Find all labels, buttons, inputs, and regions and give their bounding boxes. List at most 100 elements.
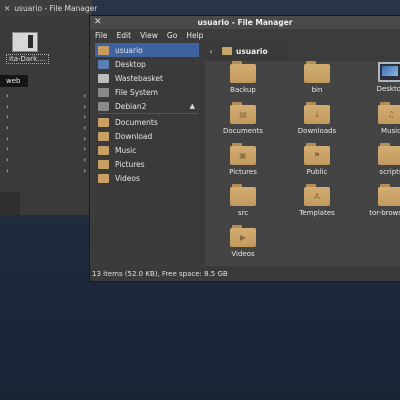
background-window: ✕ usuario - File Manager ita-Dark.... we… [0, 0, 97, 215]
menu-help[interactable]: Help [186, 31, 203, 40]
breadcrumb-label: usuario [236, 46, 268, 56]
sidebar-item-music[interactable]: Music [95, 143, 199, 157]
sidebar-item-label: usuario [115, 45, 143, 55]
file-view: Backup bin Desktop ▤ Documents ↓ Downloads ♫ Mus… [205, 61, 400, 266]
file-item-music[interactable]: ♫ Music [358, 102, 400, 135]
sidebar-item-label: File System [115, 87, 158, 97]
chevron-right-icon: › [83, 113, 86, 122]
expander-row[interactable]: › › [6, 167, 86, 178]
file-item-public[interactable]: ⚑ Public [284, 143, 350, 176]
expander-row[interactable]: › › [6, 103, 86, 114]
background-window-titlebar[interactable]: ✕ usuario - File Manager [0, 0, 97, 16]
folder-icon: ⚑ [304, 143, 330, 165]
file-item-label: Backup [230, 86, 256, 94]
expander-list: › › › › › › › › › › › › › › › › [6, 92, 86, 178]
chevron-right-icon: › [6, 134, 9, 143]
sidebar-item-label: Debian2 [115, 101, 147, 111]
file-item-label: Pictures [229, 168, 257, 176]
chevron-left-icon[interactable]: ‹ [205, 45, 217, 57]
file-item-src[interactable]: src [210, 184, 276, 217]
folder-icon: ↓ [304, 102, 330, 124]
file-item-pictures[interactable]: ▣ Pictures [210, 143, 276, 176]
menu-go[interactable]: Go [167, 31, 177, 40]
file-item-label: Music [381, 127, 400, 135]
file-item-documents[interactable]: ▤ Documents [210, 102, 276, 135]
folder-icon [98, 145, 109, 155]
sidebar-item-label: Download [115, 131, 153, 141]
sidebar-item-file-system[interactable]: File System [95, 85, 199, 99]
menu-edit[interactable]: Edit [117, 31, 132, 40]
folder-icon [378, 143, 400, 165]
file-item-videos[interactable]: ▶ Videos [210, 225, 276, 258]
home-folder-icon [222, 47, 232, 55]
folder-icon [230, 61, 256, 83]
expander-row[interactable]: › › [6, 156, 86, 167]
chevron-right-icon: › [83, 102, 86, 111]
sidebar-item-debian2[interactable]: Debian2 ▲ [95, 99, 199, 113]
close-icon[interactable]: ✕ [4, 4, 10, 13]
file-item-label: Templates [299, 209, 335, 217]
path-bar: ‹ usuario [205, 43, 400, 59]
file-item-bin[interactable]: bin [284, 61, 350, 94]
theme-preview-icon[interactable] [12, 32, 38, 52]
sidebar-item-documents[interactable]: Documents [95, 115, 199, 129]
menu-file[interactable]: File [95, 31, 108, 40]
expander-row[interactable]: › › [6, 124, 86, 135]
desktop-icon [378, 62, 400, 82]
sidebar-item-label: Desktop [115, 59, 146, 69]
file-item-desktop[interactable]: Desktop [358, 61, 400, 93]
sidebar-separator [98, 113, 198, 114]
sidebar-item-wastebasket[interactable]: Wastebasket [95, 71, 199, 85]
eject-icon[interactable]: ▲ [190, 102, 195, 110]
sidebar-item-label: Documents [115, 117, 158, 127]
file-item-templates[interactable]: A Templates [284, 184, 350, 217]
file-item-tor-browser[interactable]: tor-browser_ [358, 184, 400, 217]
background-window-bottom [0, 192, 20, 215]
folder-icon [98, 159, 109, 169]
chevron-right-icon: › [6, 113, 9, 122]
file-item-scripts[interactable]: scripts [358, 143, 400, 176]
chevron-right-icon: › [6, 156, 9, 165]
folder-icon: ▤ [230, 102, 256, 124]
chevron-right-icon: › [83, 124, 86, 133]
file-item-label: Videos [231, 250, 255, 258]
chevron-right-icon: › [83, 92, 86, 100]
drive-icon [98, 101, 109, 111]
home-icon [98, 45, 109, 55]
menu-view[interactable]: View [140, 31, 158, 40]
theme-label[interactable]: ita-Dark.... [6, 54, 50, 64]
sidebar-item-pictures[interactable]: Pictures [95, 157, 199, 171]
drive-icon [98, 87, 109, 97]
folder-icon [98, 131, 109, 141]
expander-row[interactable]: › › [6, 113, 86, 124]
chevron-right-icon: › [83, 134, 86, 143]
sidebar-item-label: Wastebasket [115, 73, 163, 83]
chevron-right-icon: › [83, 156, 86, 165]
selected-list-item[interactable]: web [0, 75, 28, 87]
sidebar-item-desktop[interactable]: Desktop [95, 57, 199, 71]
close-icon[interactable]: ✕ [94, 17, 102, 27]
chevron-right-icon: › [83, 145, 86, 154]
file-item-label: Desktop [376, 85, 400, 93]
sidebar-item-videos[interactable]: Videos [95, 171, 199, 185]
sidebar-item-download[interactable]: Download [95, 129, 199, 143]
folder-icon: ♫ [378, 102, 400, 124]
breadcrumb[interactable]: usuario [222, 47, 268, 56]
expander-row[interactable]: › › [6, 135, 86, 146]
file-item-label: Documents [223, 127, 263, 135]
expander-row[interactable]: › › [6, 92, 86, 103]
expander-row[interactable]: › › [6, 145, 86, 156]
sidebar-item-usuario[interactable]: usuario [95, 43, 199, 57]
folder-icon [230, 184, 256, 206]
window-title: usuario - File Manager [197, 18, 293, 27]
file-item-backup[interactable]: Backup [210, 61, 276, 94]
folder-icon [378, 184, 400, 206]
chevron-right-icon: › [6, 92, 9, 100]
file-item-downloads[interactable]: ↓ Downloads [284, 102, 350, 135]
file-item-label: Public [306, 168, 328, 176]
background-window-title: usuario - File Manager [14, 3, 98, 13]
file-manager-window: ✕ usuario - File Manager File Edit View … [90, 16, 400, 281]
file-item-label: tor-browser_ [369, 209, 400, 217]
window-titlebar[interactable]: ✕ usuario - File Manager [90, 16, 400, 29]
file-item-label: src [237, 209, 249, 217]
